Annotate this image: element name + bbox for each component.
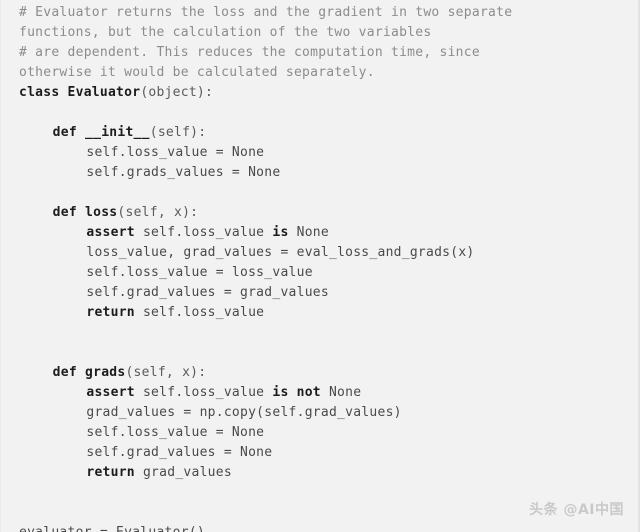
code-line: self.loss_value = None (1, 143, 638, 163)
code-token-keyword: def (52, 365, 86, 380)
code-line: self.grad_values = grad_values (1, 283, 638, 303)
code-line: return self.loss_value (1, 303, 638, 323)
code-token-keyword: def (52, 205, 86, 220)
code-token-plain: self.grad_values = grad_values (86, 285, 329, 300)
code-line: self.grad_values = None (1, 443, 638, 463)
code-line: loss_value, grad_values = eval_loss_and_… (1, 243, 638, 263)
code-line: def loss(self, x): (1, 203, 638, 223)
code-token-punct: (self, x): (125, 365, 207, 380)
code-token-keyword: assert (86, 225, 143, 240)
code-token-plain: self.loss_value (142, 225, 273, 240)
code-token-punct: (object): (140, 85, 214, 100)
code-token-plain: None (328, 385, 362, 400)
code-line: assert self.loss_value is None (1, 223, 638, 243)
code-token-plain: self.loss_value (142, 305, 265, 320)
code-line: self.loss_value = loss_value (1, 263, 638, 283)
code-line: otherwise it would be calculated separat… (1, 63, 638, 83)
code-token-name: __init__ (85, 125, 150, 140)
code-token-plain: loss_value, grad_values = eval_loss_and_… (86, 245, 475, 260)
code-token-name: grads (85, 365, 126, 380)
code-token-plain: None (296, 225, 329, 240)
code-token-plain: self.grad_values = None (86, 445, 273, 460)
code-token-comment: # are dependent. This reduces the comput… (19, 45, 480, 60)
code-token-keyword: def (52, 125, 86, 140)
code-token-comment: otherwise it would be calculated separat… (19, 65, 375, 80)
code-token-name: loss (85, 205, 118, 220)
code-line: # are dependent. This reduces the comput… (1, 43, 638, 63)
code-token-plain: self.loss_value = None (86, 425, 265, 440)
code-token-comment: # Evaluator returns the loss and the gra… (19, 5, 513, 20)
code-token-plain: grad_values (142, 465, 232, 480)
code-line: assert self.loss_value is not None (1, 383, 638, 403)
code-line: self.grads_values = None (1, 163, 638, 183)
code-line: def grads(self, x): (1, 363, 638, 383)
code-token-plain: self.loss_value (142, 385, 273, 400)
code-line: functions, but the calculation of the tw… (1, 23, 638, 43)
code-token-keyword: is (272, 225, 297, 240)
code-token-name: Evaluator (67, 85, 141, 100)
code-token-plain: grad_values = np.copy(self.grad_values) (86, 405, 402, 420)
code-line: class Evaluator(object): (1, 83, 638, 103)
code-token-keyword: class (19, 85, 68, 100)
code-token-plain: self.loss_value = None (86, 145, 265, 160)
code-line: # Evaluator returns the loss and the gra… (1, 3, 638, 23)
code-line: grad_values = np.copy(self.grad_values) (1, 403, 638, 423)
code-block: # Evaluator returns the loss and the gra… (0, 0, 640, 532)
code-token-punct: (self, x): (117, 205, 199, 220)
code-line: return grad_values (1, 463, 638, 483)
code-token-keyword: assert (86, 385, 143, 400)
code-token-punct: (self): (149, 125, 207, 140)
code-line: def __init__(self): (1, 123, 638, 143)
code-token-plain: evaluator = Evaluator() (19, 525, 205, 532)
code-token-comment: functions, but the calculation of the tw… (19, 25, 432, 40)
code-token-keyword: is not (272, 385, 329, 400)
code-line: self.loss_value = None (1, 423, 638, 443)
code-token-plain: self.grads_values = None (86, 165, 281, 180)
code-lines-container: # Evaluator returns the loss and the gra… (1, 3, 638, 532)
code-token-plain: self.loss_value = loss_value (86, 265, 313, 280)
watermark: 头条 @AI中国 (529, 502, 624, 518)
code-line: evaluator = Evaluator() (1, 523, 638, 532)
code-token-keyword: return (86, 465, 143, 480)
code-token-keyword: return (86, 305, 143, 320)
